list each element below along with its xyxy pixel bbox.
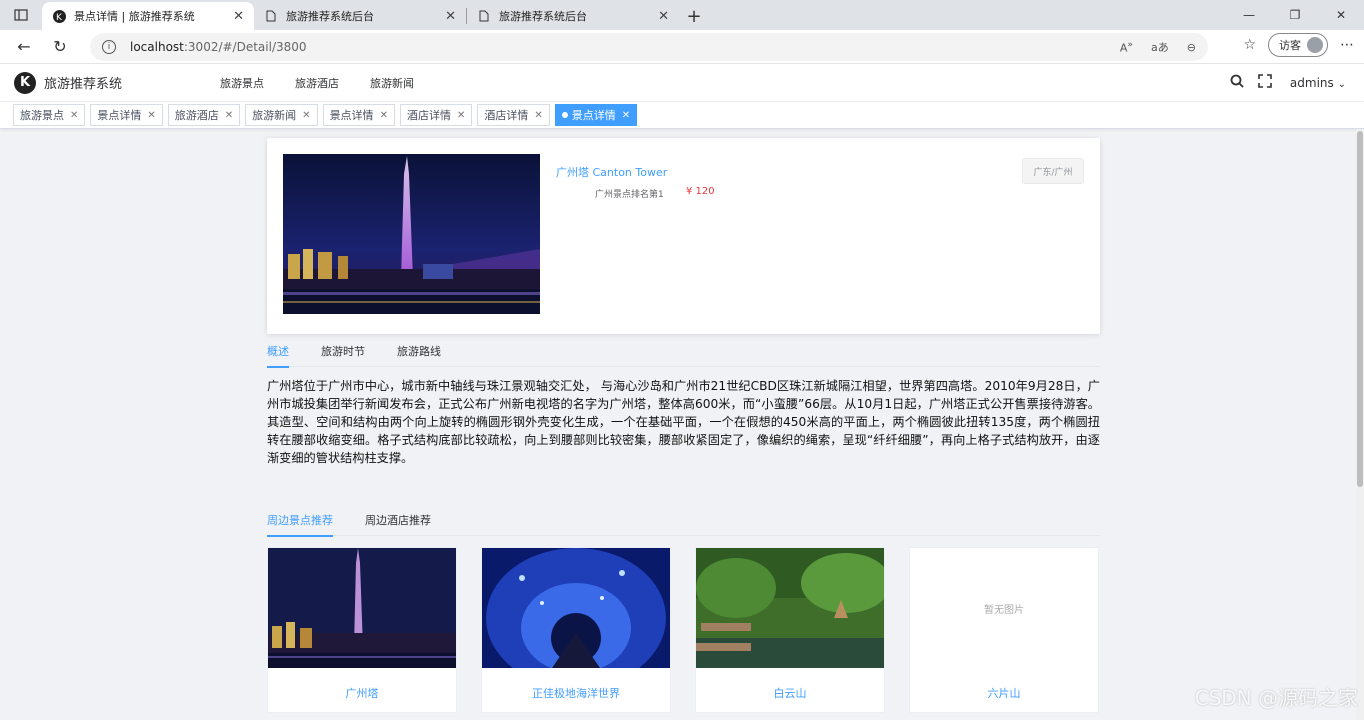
app-favicon-icon: K bbox=[52, 9, 66, 23]
tag-item-active[interactable]: 景点详情 ✕ bbox=[554, 104, 638, 126]
browser-tab-title: 旅游推荐系统后台 bbox=[286, 10, 374, 23]
tag-item[interactable]: 景点详情 ✕ bbox=[90, 104, 163, 126]
scenic-price: ¥ 120 bbox=[686, 186, 715, 197]
nearby-card[interactable]: 白云山 bbox=[695, 547, 885, 713]
browser-tab-2[interactable]: 旅游推荐系统后台 ✕ bbox=[254, 2, 466, 30]
close-icon[interactable]: ✕ bbox=[147, 110, 155, 121]
close-icon[interactable]: ✕ bbox=[380, 110, 388, 121]
nearby-photo bbox=[696, 548, 884, 668]
nearby-name[interactable]: 正佳极地海洋世界 bbox=[482, 685, 670, 701]
close-icon[interactable]: ✕ bbox=[622, 110, 630, 121]
scenic-photo bbox=[283, 154, 540, 314]
menu-item-news[interactable]: 旅游新闻 bbox=[370, 75, 414, 91]
address-bar[interactable]: i localhost:3002/#/Detail/3800 A» aあ ⊖ bbox=[90, 33, 1208, 61]
tab-overview[interactable]: 概述 bbox=[267, 343, 289, 368]
tab-season[interactable]: 旅游时节 bbox=[321, 343, 365, 367]
avatar bbox=[1307, 37, 1323, 53]
scenic-description: 广州塔位于广州市中心，城市新中轴线与珠江景观轴交汇处， 与海心沙岛和广州市21世… bbox=[267, 379, 1100, 465]
nearby-photo bbox=[268, 548, 456, 668]
browser-tab-title: 旅游推荐系统后台 bbox=[499, 10, 587, 23]
translate-icon[interactable]: aあ bbox=[1151, 39, 1169, 55]
tab-route[interactable]: 旅游路线 bbox=[397, 343, 441, 367]
address-bar-row: ← ↻ i localhost:3002/#/Detail/3800 A» aあ… bbox=[0, 30, 1364, 64]
app-title: 旅游推荐系统 bbox=[44, 77, 123, 92]
logo-icon: K bbox=[14, 71, 36, 94]
location-tag: 广东/广州 bbox=[1022, 158, 1084, 184]
close-tab-icon[interactable]: ✕ bbox=[233, 9, 244, 24]
close-icon[interactable]: ✕ bbox=[302, 110, 310, 121]
nearby-name[interactable]: 广州塔 bbox=[268, 685, 456, 701]
nearby-name[interactable]: 六片山 bbox=[910, 685, 1098, 701]
tags-view: 旅游景点 ✕ 景点详情 ✕ 旅游酒店 ✕ 旅游新闻 ✕ 景点详情 ✕ 酒店详情 ✕ 酒店详情… bbox=[0, 102, 1364, 129]
page-icon bbox=[264, 9, 278, 23]
page-scrollbar[interactable] bbox=[1356, 129, 1364, 720]
scrollbar-thumb[interactable] bbox=[1357, 131, 1363, 487]
chevron-down-icon: ⌄ bbox=[1337, 79, 1346, 90]
profile-button[interactable]: 访客 bbox=[1268, 33, 1328, 57]
zoom-icon[interactable]: ⊖ bbox=[1187, 41, 1196, 54]
menu-item-scenic[interactable]: 旅游景点 bbox=[220, 75, 264, 91]
close-icon[interactable]: ✕ bbox=[457, 110, 465, 121]
back-icon[interactable]: ← bbox=[6, 32, 42, 62]
tag-item[interactable]: 酒店详情 ✕ bbox=[399, 104, 473, 126]
site-info-icon[interactable]: i bbox=[102, 40, 116, 54]
nearby-tabs: 周边景点推荐 周边酒店推荐 bbox=[267, 512, 1100, 537]
tag-item[interactable]: 酒店详情 ✕ bbox=[477, 104, 550, 126]
menu-item-hotel[interactable]: 旅游酒店 bbox=[295, 75, 339, 91]
app-header: K 旅游推荐系统 旅游景点 旅游酒店 旅游新闻 admins ⌄ bbox=[0, 64, 1364, 102]
tab-nearby-scenic[interactable]: 周边景点推荐 bbox=[267, 512, 333, 537]
nearby-card[interactable]: 正佳极地海洋世界 bbox=[481, 547, 671, 713]
scenic-detail-card: 广州塔 Canton Tower 广州景点排名第1 ¥ 120 广东/广州 bbox=[267, 138, 1100, 334]
no-image-placeholder: 暂无图片 bbox=[984, 604, 1024, 616]
scenic-rank: 广州景点排名第1 bbox=[595, 190, 664, 200]
nearby-card[interactable]: 暂无图片 六片山 bbox=[909, 547, 1099, 713]
browser-tab-title: 景点详情 | 旅游推荐系统 bbox=[74, 10, 195, 23]
close-tab-icon[interactable]: ✕ bbox=[658, 9, 669, 24]
maximize-icon[interactable]: ❐ bbox=[1272, 0, 1318, 30]
close-icon[interactable]: ✕ bbox=[225, 110, 233, 121]
close-tab-icon[interactable]: ✕ bbox=[445, 9, 456, 24]
minimize-icon[interactable]: — bbox=[1226, 0, 1272, 30]
more-icon[interactable]: ⋯ bbox=[1340, 37, 1354, 53]
close-icon[interactable]: ✕ bbox=[70, 110, 78, 121]
new-tab-icon[interactable]: + bbox=[679, 2, 709, 30]
refresh-icon[interactable]: ↻ bbox=[42, 32, 78, 62]
favorites-icon[interactable]: ☆ bbox=[1243, 37, 1256, 53]
nearby-photo bbox=[482, 548, 670, 668]
tag-item[interactable]: 旅游新闻 ✕ bbox=[245, 104, 318, 126]
tag-item[interactable]: 旅游酒店 ✕ bbox=[167, 104, 241, 126]
tab-actions-icon[interactable] bbox=[0, 0, 42, 30]
nearby-name[interactable]: 白云山 bbox=[696, 685, 884, 701]
app-logo[interactable]: K 旅游推荐系统 bbox=[14, 71, 204, 94]
tag-item[interactable]: 景点详情 ✕ bbox=[322, 104, 395, 126]
active-dot-icon bbox=[561, 112, 568, 118]
tab-nearby-hotel[interactable]: 周边酒店推荐 bbox=[365, 512, 431, 536]
detail-tabs: 概述 旅游时节 旅游路线 bbox=[267, 343, 1100, 368]
close-icon[interactable]: ✕ bbox=[534, 110, 542, 121]
top-menu: 旅游景点 旅游酒店 旅游新闻 bbox=[220, 75, 445, 91]
watermark: CSDN @源码之家 bbox=[1194, 686, 1358, 710]
close-window-icon[interactable]: ✕ bbox=[1318, 0, 1364, 30]
page-icon bbox=[477, 9, 491, 23]
nearby-card[interactable]: 广州塔 bbox=[267, 547, 457, 713]
fullscreen-icon[interactable] bbox=[1258, 74, 1272, 92]
browser-tab-3[interactable]: 旅游推荐系统后台 ✕ bbox=[467, 2, 679, 30]
user-menu[interactable]: admins ⌄ bbox=[1290, 76, 1346, 90]
read-aloud-icon[interactable]: A» bbox=[1120, 39, 1133, 55]
browser-tab-strip: K 景点详情 | 旅游推荐系统 ✕ 旅游推荐系统后台 ✕ 旅游推荐系统后台 ✕ … bbox=[0, 0, 1364, 30]
url-text[interactable]: localhost:3002/#/Detail/3800 bbox=[130, 40, 1102, 54]
search-icon[interactable] bbox=[1230, 74, 1244, 92]
tag-item[interactable]: 旅游景点 ✕ bbox=[13, 104, 86, 126]
browser-tab-1[interactable]: K 景点详情 | 旅游推荐系统 ✕ bbox=[42, 2, 254, 30]
scenic-name: 广州塔 Canton Tower bbox=[556, 166, 668, 179]
